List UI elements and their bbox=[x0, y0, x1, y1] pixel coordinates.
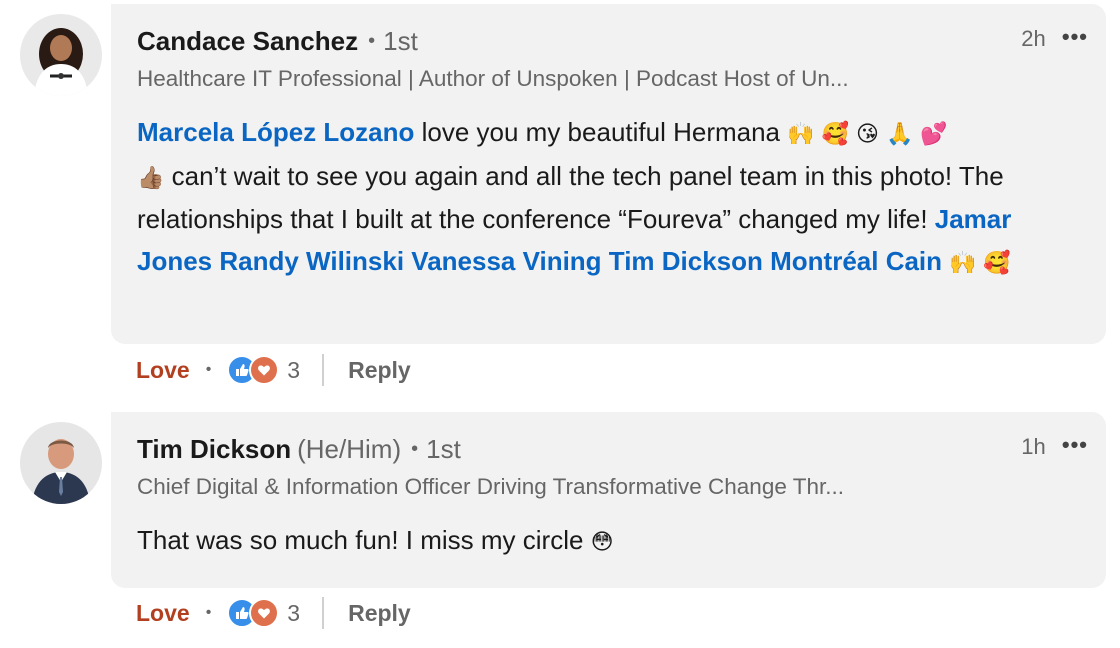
separator-dot: • bbox=[205, 361, 212, 378]
connection-degree: 1st bbox=[383, 26, 418, 56]
comment-text-part: love you my beautiful Hermana bbox=[414, 117, 788, 147]
reaction-summary[interactable]: 3 bbox=[227, 598, 300, 628]
flushed-emoji: 😳 bbox=[590, 530, 614, 555]
comment-text: Marcela López Lozano love you my beautif… bbox=[137, 112, 1077, 284]
author-line: Candace Sanchez • 1st bbox=[137, 26, 418, 57]
author-headline: Healthcare IT Professional | Author of U… bbox=[137, 66, 849, 91]
reply-button[interactable]: Reply bbox=[348, 357, 411, 384]
comment-bubble: Tim Dickson (He/Him) • 1st Chief Digital & … bbox=[111, 412, 1106, 588]
avatar-candace[interactable] bbox=[20, 14, 102, 96]
love-reaction-button[interactable]: Love bbox=[136, 600, 190, 627]
comment-timestamp: 1h bbox=[1021, 434, 1046, 459]
author-name[interactable]: Tim Dickson bbox=[137, 434, 291, 464]
separator-dot: • bbox=[205, 604, 212, 621]
comment-bubble: Candace Sanchez • 1st Healthcare IT Profes… bbox=[111, 4, 1106, 344]
author-name[interactable]: Candace Sanchez bbox=[137, 26, 358, 56]
mention-link[interactable]: Marcela López Lozano bbox=[137, 117, 414, 147]
author-line: Tim Dickson (He/Him) • 1st bbox=[137, 434, 461, 465]
emoji-group: 🙌 🥰 😘 🙏 💕 bbox=[787, 122, 948, 147]
comment-timestamp: 2h bbox=[1021, 26, 1046, 51]
action-divider bbox=[322, 597, 325, 629]
love-reaction-button[interactable]: Love bbox=[136, 357, 190, 384]
comment-text-part: can’t wait to see you again and all the … bbox=[137, 160, 1004, 235]
heart-reaction-icon bbox=[249, 598, 280, 628]
heart-reaction-icon bbox=[249, 355, 280, 385]
emoji-group: 🙌 🥰 bbox=[942, 250, 1011, 276]
author-headline: Chief Digital & Information Officer Driv… bbox=[137, 474, 844, 499]
author-pronouns: (He/Him) bbox=[297, 434, 402, 464]
separator-dot: • bbox=[368, 30, 376, 52]
reaction-summary[interactable]: 3 bbox=[227, 355, 300, 385]
more-options-icon[interactable]: ••• bbox=[1062, 432, 1088, 458]
comment-tim: Tim Dickson (He/Him) • 1st Chief Digital & … bbox=[0, 400, 1120, 648]
action-divider bbox=[322, 354, 325, 386]
comment-actions: Love • 3 Reply bbox=[136, 593, 411, 633]
comment-text-part: That was so much fun! I miss my circle bbox=[137, 525, 591, 555]
comment-candace: Candace Sanchez • 1st Healthcare IT Profes… bbox=[0, 0, 1120, 400]
comment-actions: Love • 3 Reply bbox=[136, 350, 411, 390]
comment-meta: 1h ••• bbox=[1021, 432, 1088, 460]
comment-text: That was so much fun! I miss my circle 😳 bbox=[137, 520, 1077, 564]
separator-dot: • bbox=[411, 438, 419, 460]
avatar-tim[interactable] bbox=[20, 422, 102, 504]
reaction-count: 3 bbox=[287, 356, 301, 383]
reaction-count: 3 bbox=[287, 599, 301, 626]
connection-degree: 1st bbox=[426, 434, 461, 464]
reply-button[interactable]: Reply bbox=[348, 600, 411, 627]
thumbs-up-emoji: 👍🏽 bbox=[137, 165, 165, 191]
comment-meta: 2h ••• bbox=[1021, 24, 1088, 52]
more-options-icon[interactable]: ••• bbox=[1062, 24, 1088, 50]
